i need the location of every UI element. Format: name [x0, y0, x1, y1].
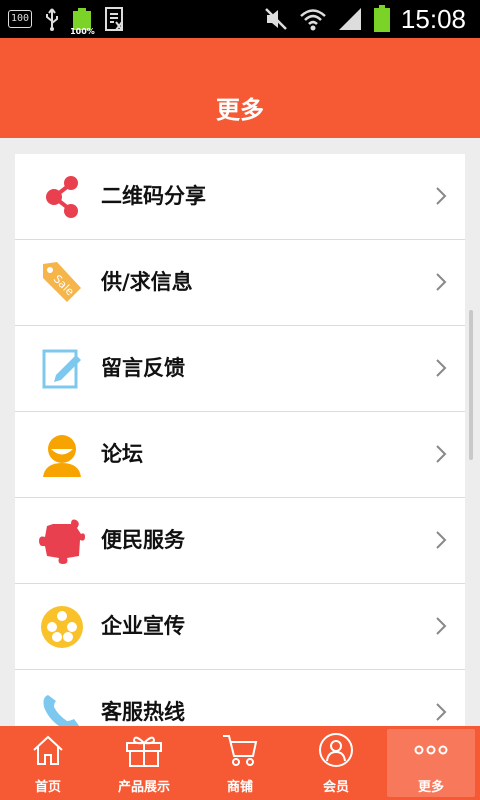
tab-home[interactable]: 首页 — [0, 726, 96, 800]
document-icon — [105, 7, 124, 31]
menu-item-hotline[interactable]: 客服热线 — [15, 670, 465, 726]
chevron-right-icon — [436, 531, 447, 549]
battery-full-icon: 100% — [70, 8, 95, 36]
status-right: 15:08 — [263, 4, 466, 34]
signal-icon — [338, 8, 361, 30]
member-icon — [288, 732, 384, 768]
tab-member[interactable]: 会员 — [288, 726, 384, 800]
menu-list: 二维码分享 Sale 供/求信息 留言反馈 论坛 便民服务 企业宣传 客服热线 — [15, 154, 465, 726]
menu-item-label: 企业宣传 — [101, 614, 185, 638]
menu-item-label: 客服热线 — [101, 700, 185, 724]
scrollbar[interactable] — [469, 310, 473, 460]
header: 更多 — [0, 38, 480, 138]
status-left: 100 100% — [8, 6, 126, 36]
tab-products[interactable]: 产品展示 — [96, 726, 192, 800]
mute-icon — [265, 8, 287, 30]
status-bar: 100 100% 15:08 — [0, 0, 480, 38]
gift-icon — [96, 732, 192, 768]
menu-item-label: 二维码分享 — [101, 184, 206, 208]
home-icon — [0, 732, 96, 768]
chevron-right-icon — [436, 703, 447, 721]
edit-note-icon — [37, 344, 87, 394]
chevron-right-icon — [436, 187, 447, 205]
menu-item-label: 留言反馈 — [101, 356, 185, 380]
menu-item-supply-demand[interactable]: Sale 供/求信息 — [15, 240, 465, 326]
menu-item-label: 便民服务 — [101, 528, 185, 552]
menu-item-services[interactable]: 便民服务 — [15, 498, 465, 584]
tab-label: 会员 — [322, 780, 349, 795]
page-title: 更多 — [216, 96, 264, 124]
usb-icon — [46, 8, 59, 31]
menu-item-qr-share[interactable]: 二维码分享 — [15, 154, 465, 240]
chevron-right-icon — [436, 445, 447, 463]
notification-box-icon: 100 — [8, 10, 33, 28]
battery-small-percent: 100% — [70, 27, 95, 36]
tab-label: 首页 — [34, 780, 61, 795]
sale-tag-icon: Sale — [37, 258, 87, 308]
tab-shop[interactable]: 商铺 — [192, 726, 288, 800]
clock: 15:08 — [400, 3, 466, 34]
menu-item-forum[interactable]: 论坛 — [15, 412, 465, 498]
phone-icon — [37, 688, 87, 726]
tab-label: 商铺 — [226, 780, 253, 795]
puzzle-icon — [37, 516, 87, 566]
menu-item-label: 论坛 — [101, 442, 143, 466]
chevron-right-icon — [436, 273, 447, 291]
chevron-right-icon — [436, 617, 447, 635]
more-dots-icon — [387, 732, 475, 768]
menu-item-label: 供/求信息 — [101, 270, 193, 294]
tab-label: 产品展示 — [117, 780, 170, 795]
film-reel-icon — [37, 602, 87, 652]
menu-item-promotion[interactable]: 企业宣传 — [15, 584, 465, 670]
wifi-icon — [300, 9, 326, 31]
menu-item-feedback[interactable]: 留言反馈 — [15, 326, 465, 412]
battery-icon — [373, 5, 390, 32]
chevron-right-icon — [436, 359, 447, 377]
bottom-tab-bar: 首页 产品展示 商铺 会员 更多 — [0, 726, 480, 800]
cart-icon — [192, 732, 288, 768]
user-avatar-icon — [37, 430, 87, 480]
tab-label: 更多 — [417, 780, 444, 795]
share-icon — [37, 172, 87, 222]
tab-more[interactable]: 更多 — [387, 729, 475, 797]
